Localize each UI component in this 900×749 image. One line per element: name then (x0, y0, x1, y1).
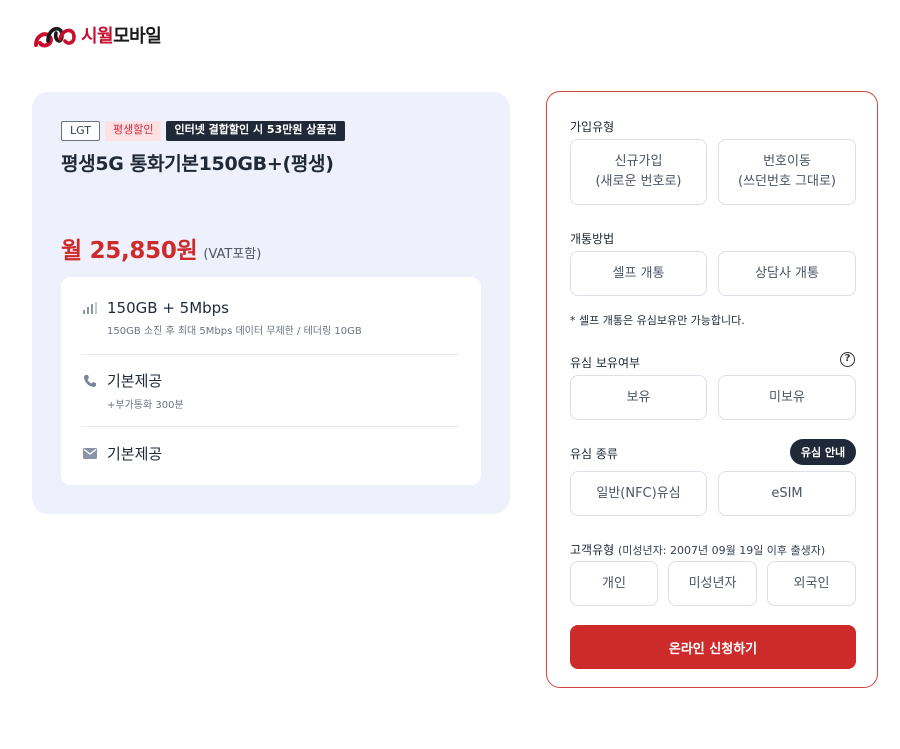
brand-logo[interactable]: 시월모바일 (32, 18, 162, 52)
option-line: (쓰던번호 그대로) (738, 174, 836, 189)
option-line: (새로운 번호로) (595, 174, 682, 189)
application-form: 가입유형 신규가입 (새로운 번호로) 번호이동 (쓰던번호 그대로) 개통방법… (546, 91, 878, 688)
option-line: 번호이동 (763, 154, 811, 169)
logo-text: 시월모바일 (81, 26, 162, 47)
usim-owned-label: 유심 보유여부 (570, 356, 641, 370)
customer-foreigner-option[interactable]: 외국인 (767, 561, 856, 606)
customer-type-label: 고객유형 (미성년자: 2007년 09월 19일 이후 출생자) (570, 541, 825, 558)
option-line: 신규가입 (614, 154, 663, 169)
customer-individual-option[interactable]: 개인 (570, 561, 658, 606)
usim-guide-button[interactable]: 유심 안내 (790, 439, 856, 465)
apply-online-button[interactable]: 온라인 신청하기 (570, 625, 856, 669)
promo-badge: 인터넷 결합할인 시 53만원 상품권 (166, 121, 345, 141)
signal-icon (81, 300, 99, 316)
agent-activation-option[interactable]: 상담사 개통 (718, 251, 856, 296)
usim-type-label: 유심 종류 (570, 447, 618, 461)
customer-type-note: (미성년자: 2007년 09월 19일 이후 출생자) (618, 544, 826, 557)
question-icon[interactable]: ? (840, 352, 855, 367)
price-row: 월 25,850원 (VAT포함) (61, 231, 261, 265)
carrier-badge: LGT (61, 121, 100, 141)
activation-note: * 셀프 개통은 유심보유만 가능합니다. (570, 314, 745, 327)
phone-icon (81, 373, 99, 389)
mail-icon (81, 446, 99, 462)
plan-title: 평생5G 통화기본150GB+(평생) (61, 153, 334, 175)
vat-note: (VAT포함) (203, 247, 262, 262)
join-type-label: 가입유형 (570, 120, 615, 134)
usim-nfc-option[interactable]: 일반(NFC)유심 (570, 471, 707, 516)
divider (81, 426, 459, 427)
feature-title: 기본제공 (107, 372, 163, 390)
feature-data: 150GB + 5Mbps 150GB 소진 후 최대 5Mbps 데이터 무제… (81, 299, 459, 337)
customer-type-title: 고객유형 (570, 543, 615, 557)
plan-card: LGT 평생할인 인터넷 결합할인 시 53만원 상품권 평생5G 통화기본15… (32, 92, 510, 514)
divider (81, 354, 459, 355)
customer-minor-option[interactable]: 미성년자 (668, 561, 757, 606)
logo-mark-icon (34, 27, 76, 48)
esim-option[interactable]: eSIM (718, 471, 856, 516)
join-port-option[interactable]: 번호이동 (쓰던번호 그대로) (718, 139, 856, 205)
discount-badge: 평생할인 (104, 121, 162, 141)
feature-subtitle: 150GB 소진 후 최대 5Mbps 데이터 무제한 / 테더링 10GB (107, 326, 362, 337)
usim-not-owned-option[interactable]: 미보유 (718, 375, 856, 420)
plan-tags: LGT 평생할인 인터넷 결합할인 시 53만원 상품권 (61, 121, 345, 141)
feature-title: 기본제공 (107, 445, 163, 463)
feature-title: 150GB + 5Mbps (107, 299, 229, 317)
feature-list: 150GB + 5Mbps 150GB 소진 후 최대 5Mbps 데이터 무제… (61, 277, 481, 485)
join-new-option[interactable]: 신규가입 (새로운 번호로) (570, 139, 707, 205)
monthly-price: 월 25,850원 (61, 238, 198, 264)
self-activation-option[interactable]: 셀프 개통 (570, 251, 707, 296)
feature-subtitle: +부가통화 300분 (107, 400, 184, 411)
usim-owned-option[interactable]: 보유 (570, 375, 707, 420)
feature-sms: 기본제공 (81, 443, 459, 464)
feature-voice: 기본제공 +부가통화 300분 (81, 370, 459, 411)
activation-label: 개통방법 (570, 232, 615, 246)
